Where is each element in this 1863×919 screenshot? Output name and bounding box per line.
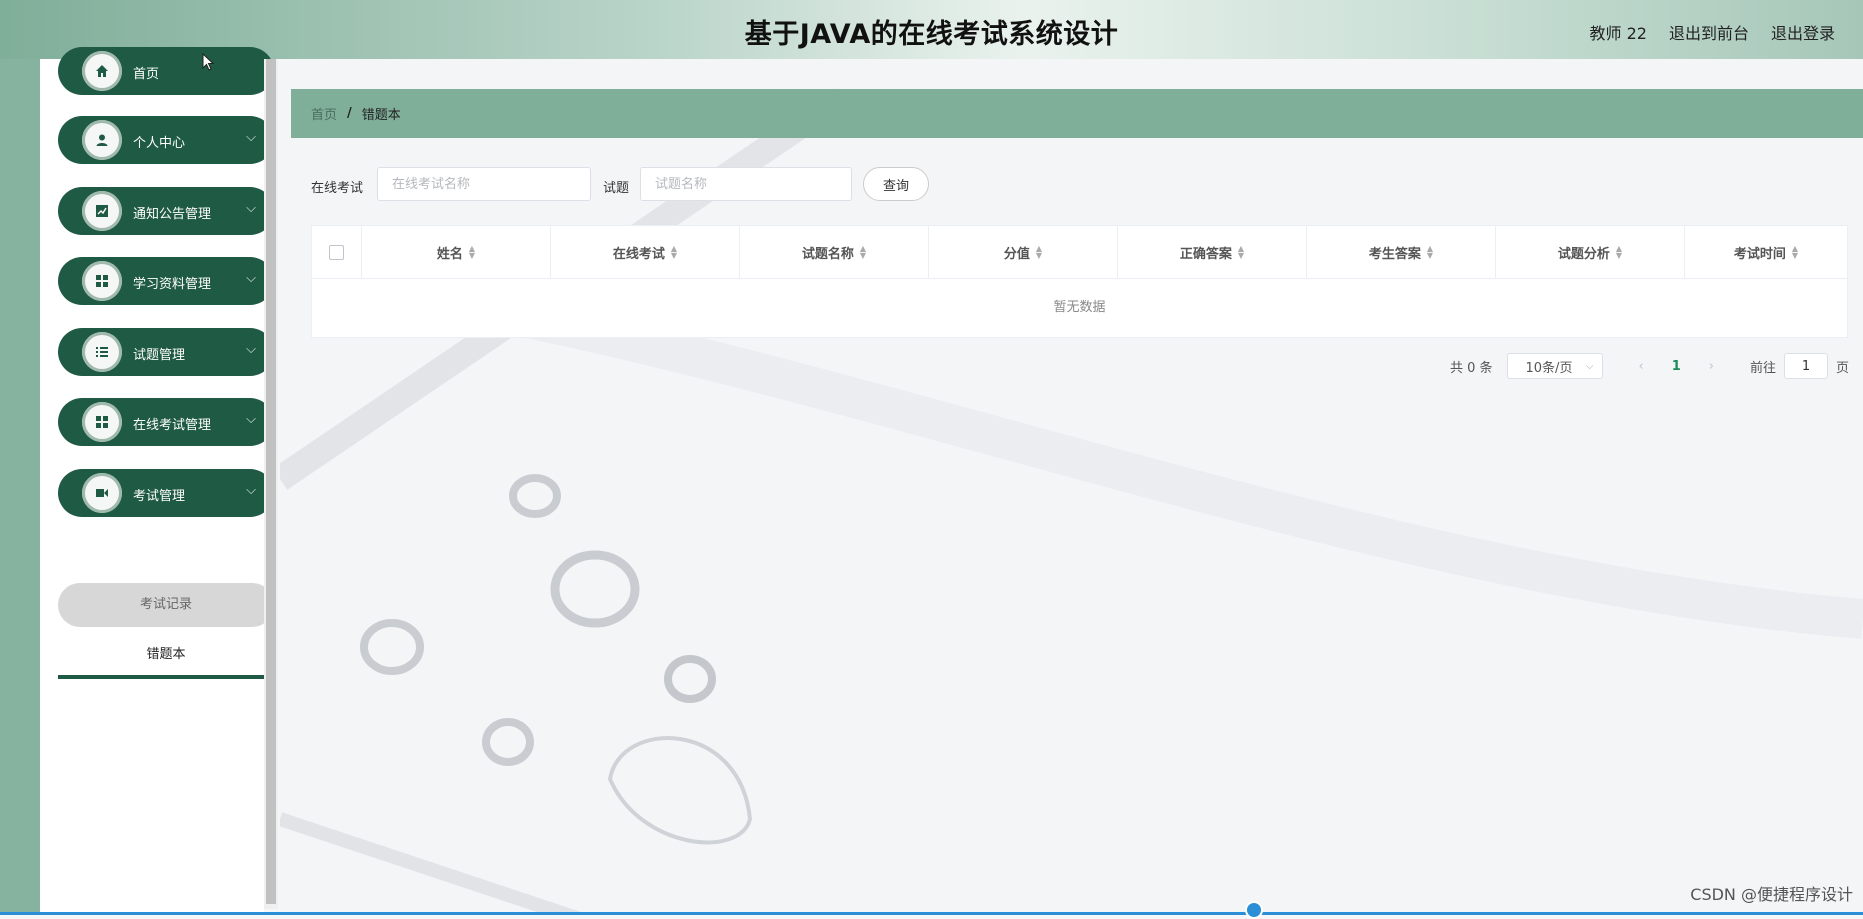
next-page-icon[interactable]: ›	[1709, 359, 1714, 374]
sidebar-scrollbar[interactable]	[264, 59, 278, 909]
mouse-cursor-icon	[202, 53, 214, 71]
breadcrumb-home-link[interactable]: 首页	[311, 104, 337, 123]
sidebar-item-label: 在线考试管理	[133, 418, 212, 433]
chevron-down-icon: ⌵	[246, 483, 256, 498]
sidebar-item-label: 个人中心	[133, 136, 186, 151]
left-decor-strip	[0, 59, 40, 915]
column-header[interactable]: 试题名称 ▲ ▼	[740, 226, 929, 278]
grid-icon	[82, 402, 122, 442]
question-name-input[interactable]	[640, 167, 852, 201]
sidebar-item-materials[interactable]: 学习资料管理 ⌵	[58, 257, 274, 305]
sidebar-item-online-exam[interactable]: 在线考试管理 ⌵	[58, 398, 274, 446]
user-icon	[82, 120, 122, 160]
list-icon	[82, 332, 122, 372]
prev-page-icon[interactable]: ‹	[1639, 359, 1644, 374]
current-user: 教师 22	[1589, 24, 1647, 43]
chevron-down-icon: ⌵	[246, 271, 256, 286]
page-number[interactable]: 1	[1672, 359, 1681, 374]
pagination: 共 0 条 10条/页 ⌵ ‹ 1 › 前往 页	[1450, 352, 1849, 380]
chevron-down-icon: ⌵	[1585, 360, 1594, 372]
page-size-select[interactable]: 10条/页 ⌵	[1506, 353, 1603, 379]
sidebar-item-notice[interactable]: 通知公告管理 ⌵	[58, 187, 274, 235]
table-header: 姓名 ▲ ▼ 在线考试 ▲ ▼ 试题名称 ▲ ▼ 分值 ▲ ▼ 正确答案 ▲ ▼ 考生答案 ▲ ▼ 试题…	[312, 226, 1847, 279]
sidebar-item-label: 考试管理	[133, 489, 186, 504]
page-suffix: 页	[1835, 360, 1849, 376]
sidebar-item-home[interactable]: 首页	[58, 47, 274, 95]
sort-icon[interactable]: ▲ ▼	[1616, 245, 1622, 260]
column-header[interactable]: 正确答案 ▲ ▼	[1118, 226, 1307, 278]
select-all-checkbox[interactable]	[329, 244, 344, 260]
exit-to-front-link[interactable]: 退出到前台	[1669, 20, 1749, 44]
sidebar-subitem-wrong-questions[interactable]: 错题本	[58, 635, 274, 679]
scroll-handle[interactable]	[1245, 901, 1263, 919]
grid-icon	[82, 261, 122, 301]
sidebar: 首页 个人中心 ⌵ 通知公告管理 ⌵ 学习资料管理 ⌵ 试题管理 ⌵ 在线考试管…	[40, 47, 274, 915]
chevron-down-icon: ⌵	[246, 342, 256, 357]
sidebar-item-exam-management[interactable]: 考试管理 ⌵	[58, 469, 274, 517]
goto-page-input[interactable]	[1783, 353, 1828, 379]
sidebar-item-profile[interactable]: 个人中心 ⌵	[58, 116, 274, 164]
main-content: 首页 / 错题本 在线考试 试题 查询 姓名▲▼ 在线考试▲▼ 试题名称▲▼ 分…	[280, 59, 1863, 915]
breadcrumb: 首页 / 错题本	[291, 89, 1863, 138]
sidebar-item-label: 试题管理	[133, 348, 186, 363]
query-button[interactable]: 查询	[863, 167, 929, 201]
logout-link[interactable]: 退出登录	[1771, 20, 1835, 44]
column-header[interactable]: 分值 ▲ ▼	[929, 226, 1118, 278]
sort-icon[interactable]: ▲ ▼	[469, 245, 475, 260]
column-header[interactable]: 姓名 ▲ ▼	[362, 226, 551, 278]
exam-filter-label: 在线考试	[311, 181, 364, 196]
sidebar-item-label: 首页	[133, 67, 160, 82]
sidebar-item-questions[interactable]: 试题管理 ⌵	[58, 328, 274, 376]
column-header[interactable]: 考试时间 ▲ ▼	[1685, 226, 1847, 278]
column-header[interactable]: 试题分析 ▲ ▼	[1496, 226, 1685, 278]
top-header: 基于JAVA的在线考试系统设计 教师 22 退出到前台 退出登录	[0, 0, 1863, 59]
select-all-cell	[312, 226, 362, 278]
chevron-down-icon: ⌵	[246, 201, 256, 216]
sort-icon[interactable]: ▲ ▼	[671, 245, 677, 260]
sort-icon[interactable]: ▲ ▼	[1238, 245, 1244, 260]
breadcrumb-separator: /	[347, 106, 352, 121]
chart-icon	[82, 191, 122, 231]
sort-icon[interactable]: ▲ ▼	[1427, 245, 1433, 260]
sidebar-item-label: 通知公告管理	[133, 207, 212, 222]
breadcrumb-current: 错题本	[361, 108, 401, 123]
scrollbar-thumb[interactable]	[266, 59, 276, 904]
column-header[interactable]: 考生答案 ▲ ▼	[1307, 226, 1496, 278]
chevron-down-icon: ⌵	[246, 130, 256, 145]
data-table: 姓名 ▲ ▼ 在线考试 ▲ ▼ 试题名称 ▲ ▼ 分值 ▲ ▼ 正确答案 ▲ ▼ 考生答案 ▲ ▼ 试题…	[311, 225, 1848, 338]
question-filter-label: 试题	[603, 181, 630, 196]
empty-state: 暂无数据	[1053, 300, 1106, 315]
sort-icon[interactable]: ▲ ▼	[1036, 245, 1042, 260]
header-actions: 教师 22 退出到前台 退出登录	[1590, 20, 1835, 44]
watermark: CSDN @便捷程序设计	[1690, 885, 1853, 904]
sidebar-item-label: 学习资料管理	[133, 277, 212, 292]
goto-label: 前往	[1749, 360, 1776, 376]
sidebar-subitem-exam-records[interactable]: 考试记录	[58, 583, 274, 627]
column-header[interactable]: 在线考试 ▲ ▼	[551, 226, 740, 278]
total-count: 共 0 条	[1449, 360, 1493, 376]
home-icon	[82, 51, 122, 91]
page-title: 基于JAVA的在线考试系统设计	[744, 19, 1119, 50]
video-icon	[82, 473, 122, 513]
sort-icon[interactable]: ▲ ▼	[860, 245, 866, 260]
exam-name-input[interactable]	[377, 167, 591, 201]
sort-icon[interactable]: ▲ ▼	[1792, 245, 1798, 260]
chevron-down-icon: ⌵	[246, 412, 256, 427]
